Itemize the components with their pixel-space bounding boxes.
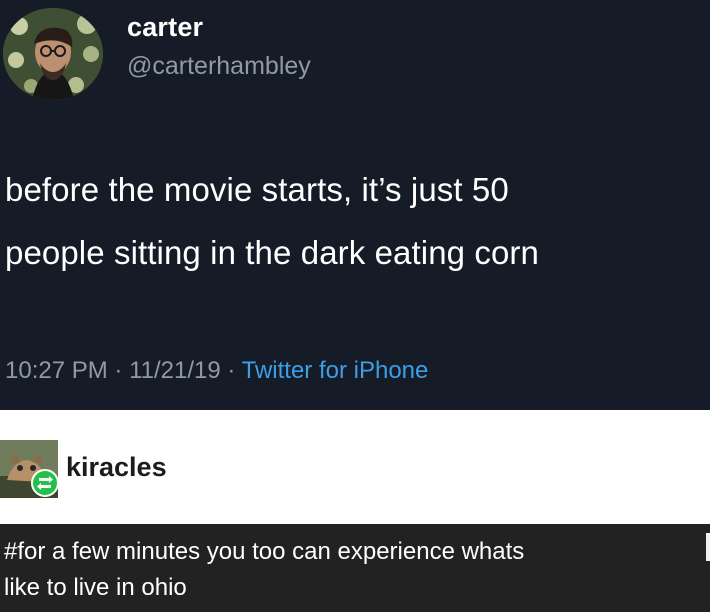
reblog-tags: #for a few minutes you too can experienc… <box>0 524 710 612</box>
screenshot-canvas: carter @carterhambley before the movie s… <box>0 0 710 612</box>
tweet-date: 11/21/19 <box>129 357 221 384</box>
tweet-text-line-2: people sitting in the dark eating corn <box>5 234 539 271</box>
avatar[interactable] <box>3 8 103 100</box>
meta-separator: · <box>227 357 236 384</box>
tweet-text-line-1: before the movie starts, it’s just 50 <box>5 171 509 208</box>
reblogger-username[interactable]: kiracles <box>66 452 167 483</box>
tag-line-1[interactable]: #for a few minutes you too can experienc… <box>4 534 704 570</box>
tweet-text: before the movie starts, it’s just 50 pe… <box>5 158 705 284</box>
reblog-icon <box>31 469 59 497</box>
reblog-header: kiracles <box>0 410 710 524</box>
cropped-edge <box>706 533 710 561</box>
tweet-card: carter @carterhambley before the movie s… <box>0 0 710 410</box>
meta-separator: · <box>114 357 123 384</box>
display-name[interactable]: carter <box>127 12 203 43</box>
tweet-source-link[interactable]: Twitter for iPhone <box>242 357 429 384</box>
user-handle[interactable]: @carterhambley <box>127 52 311 81</box>
tag-line-2[interactable]: like to live in ohio <box>4 570 704 606</box>
profile-photo-icon <box>3 8 103 100</box>
tweet-time: 10:27 PM <box>5 357 108 384</box>
tag-text: #for a few minutes you too can experienc… <box>4 534 704 606</box>
tweet-metadata: 10:27 PM · 11/21/19 · Twitter for iPhone <box>5 357 428 385</box>
